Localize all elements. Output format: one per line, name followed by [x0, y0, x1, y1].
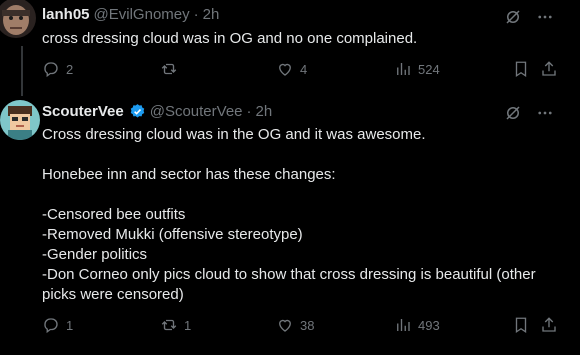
tweet-header: lanh05 @EvilGnomey · 2h	[42, 6, 219, 23]
reply-count: 2	[66, 61, 74, 77]
tweet-text-blank	[42, 185, 562, 205]
avatar[interactable]	[0, 0, 36, 38]
display-name[interactable]: lanh05	[42, 6, 90, 23]
display-name[interactable]: ScouterVee	[42, 103, 124, 120]
reply-count: 1	[66, 317, 74, 333]
repost-count: 1	[184, 317, 192, 333]
tweet-text-line: Cross dressing cloud was in the OG and i…	[42, 126, 426, 143]
tweet-text-blank	[42, 145, 562, 165]
views-button[interactable]: 493	[394, 316, 440, 334]
separator: ·	[193, 6, 199, 23]
verified-badge-icon[interactable]	[129, 103, 146, 120]
tweet-actions: 1 1 38 493	[42, 316, 558, 336]
views-icon	[394, 60, 412, 78]
reply-icon	[42, 60, 60, 78]
timestamp[interactable]: 2h	[203, 6, 220, 23]
tweet-text-line: cross dressing cloud was in OG and no on…	[42, 30, 418, 47]
more-icon[interactable]	[536, 8, 554, 26]
tweet-text-line: -Censored bee outfits	[42, 206, 186, 223]
share-button[interactable]	[540, 316, 558, 334]
reply-button[interactable]: 1	[42, 316, 73, 334]
tweet-text-line: -Removed Mukki (offensive stereotype)	[42, 226, 303, 243]
views-button[interactable]: 524	[394, 60, 440, 78]
views-count: 493	[418, 317, 440, 333]
repost-button[interactable]: 1	[160, 316, 191, 334]
tweet-top-actions	[504, 104, 554, 122]
bookmark-button[interactable]	[512, 60, 530, 78]
tweet-text-line: Honebee inn and sector has these changes…	[42, 166, 336, 183]
tweet[interactable]: ScouterVee @ScouterVee · 2h Cross dressi…	[0, 92, 580, 355]
views-icon	[394, 316, 412, 334]
grok-icon[interactable]	[504, 104, 522, 122]
repost-icon	[160, 60, 178, 78]
reply-button[interactable]: 2	[42, 60, 73, 78]
like-button[interactable]: 4	[276, 60, 307, 78]
repost-icon	[160, 316, 178, 334]
like-count: 4	[300, 61, 308, 77]
tweet-text: Cross dressing cloud was in the OG and i…	[42, 125, 562, 305]
bookmark-icon	[512, 60, 530, 78]
grok-icon[interactable]	[504, 8, 522, 26]
avatar[interactable]	[0, 100, 40, 140]
separator: ·	[246, 103, 252, 120]
bookmark-icon	[512, 316, 530, 334]
tweet-header: ScouterVee @ScouterVee · 2h	[42, 103, 272, 120]
tweet-top-actions	[504, 8, 554, 26]
like-count: 38	[300, 317, 315, 333]
share-icon	[540, 316, 558, 334]
like-button[interactable]: 38	[276, 316, 314, 334]
thread-connector	[21, 46, 23, 96]
tweet-text: cross dressing cloud was in OG and no on…	[42, 29, 562, 49]
user-handle[interactable]: @EvilGnomey	[94, 6, 190, 23]
reply-icon	[42, 316, 60, 334]
like-icon	[276, 60, 294, 78]
like-icon	[276, 316, 294, 334]
user-handle[interactable]: @ScouterVee	[150, 103, 243, 120]
bookmark-button[interactable]	[512, 316, 530, 334]
tweet-text-line: -Don Corneo only pics cloud to show that…	[42, 266, 536, 303]
tweet-text-line: -Gender politics	[42, 246, 148, 263]
repost-button[interactable]	[160, 60, 184, 78]
share-button[interactable]	[540, 60, 558, 78]
more-icon[interactable]	[536, 104, 554, 122]
tweet[interactable]: lanh05 @EvilGnomey · 2h cross dressing c…	[0, 0, 580, 96]
tweet-actions: 2 4 524	[42, 60, 558, 80]
views-count: 524	[418, 61, 440, 77]
timestamp[interactable]: 2h	[256, 103, 273, 120]
share-icon	[540, 60, 558, 78]
